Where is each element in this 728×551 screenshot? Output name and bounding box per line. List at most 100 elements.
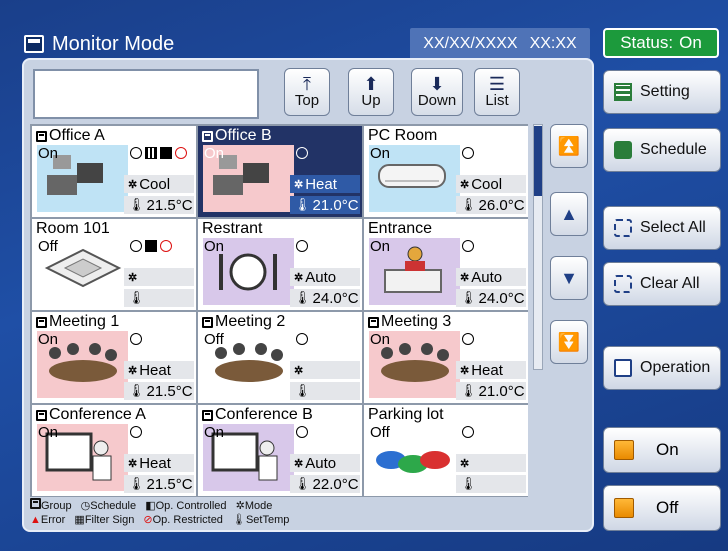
group-icon (202, 316, 213, 328)
group-name-text: PC Room (368, 127, 438, 144)
legend-filter-text: Filter Sign (84, 514, 135, 526)
status-icons (296, 240, 308, 252)
off-button[interactable]: Off (603, 485, 721, 531)
scrollbar-thumb[interactable] (534, 126, 542, 196)
legend-mode-text: Mode (244, 500, 273, 512)
group-name-text: Office A (49, 127, 105, 144)
thermometer-icon: 🌡 (294, 476, 311, 491)
off-label: Off (656, 498, 679, 517)
group-grid: Office A On ✲ Cool 🌡 21.5°C Office B On ✲ Heat 🌡 21… (30, 124, 528, 497)
error-icon: ▲ (30, 514, 41, 526)
op-restricted-icon (175, 147, 187, 159)
group-settemp-text: 26.0°C (478, 196, 525, 214)
group-name: Meeting 3 (368, 313, 451, 331)
group-cell[interactable]: Entrance On ✲ Auto 🌡 24.0°C (364, 219, 528, 310)
group-mode-text: Heat (305, 175, 337, 193)
group-state: On (370, 331, 391, 348)
group-state: Off (204, 331, 224, 348)
op-controlled-icon (145, 240, 157, 252)
status-value: On (679, 33, 702, 52)
group-name-text: Meeting 1 (49, 313, 120, 330)
filter-icon: ▦ (74, 514, 85, 526)
status-icons (462, 240, 474, 252)
schedule-icon (462, 333, 474, 345)
group-name: Meeting 1 (36, 313, 119, 331)
group-icon (30, 498, 41, 509)
clear-all-button[interactable]: Clear All (603, 262, 721, 306)
legend-op-controlled: ◧Op. Controlled (145, 500, 226, 512)
double-up-arrow-icon: ⏫ (557, 135, 581, 156)
down-arrow-icon: ▼ (560, 267, 578, 288)
down-button[interactable]: ⬇ Down (411, 68, 463, 116)
group-mode-text: Heat (139, 454, 171, 472)
group-mode: ✲ Cool (124, 175, 194, 193)
scroll-down-button[interactable]: ▼ (550, 256, 588, 300)
list-label: List (485, 91, 509, 109)
search-input[interactable] (33, 69, 259, 119)
clear-all-icon (614, 275, 632, 293)
top-button[interactable]: ⤒ Top (284, 68, 330, 116)
group-cell[interactable]: Parking lot Off ✲ 🌡 (364, 405, 528, 496)
group-settemp: 🌡 (456, 475, 526, 493)
group-name-text: Room 101 (36, 220, 110, 237)
group-settemp: 🌡 22.0°C (290, 475, 360, 493)
group-cell[interactable]: Conference B On ✲ Auto 🌡 22.0°C (198, 405, 362, 496)
select-all-button[interactable]: Select All (603, 206, 721, 250)
setting-button[interactable]: Setting (603, 70, 721, 114)
group-icon (36, 130, 47, 142)
scroll-top-button[interactable]: ⏫ (550, 124, 588, 168)
group-settemp: 🌡 24.0°C (456, 289, 526, 307)
select-all-label: Select All (640, 219, 706, 236)
on-button[interactable]: On (603, 427, 721, 473)
on-lamp-icon (614, 440, 634, 460)
group-icon (202, 409, 213, 421)
schedule-button[interactable]: Schedule (603, 128, 721, 172)
group-mode: ✲ Auto (290, 454, 360, 472)
group-cell[interactable]: PC Room On ✲ Cool 🌡 26.0°C (364, 126, 528, 217)
group-cell[interactable]: Meeting 2 Off ✲ 🌡 (198, 312, 362, 403)
group-cell[interactable]: Meeting 1 On ✲ Heat 🌡 21.5°C (32, 312, 196, 403)
group-mode-text: Cool (471, 175, 503, 193)
group-settemp-text: 21.5°C (146, 475, 193, 493)
operation-button[interactable]: Operation (603, 346, 721, 390)
window-title: Monitor Mode (24, 28, 404, 60)
group-name-text: Parking lot (368, 406, 444, 423)
group-cell[interactable]: Office B On ✲ Heat 🌡 21.0°C (198, 126, 362, 217)
group-mode: ✲ Heat (124, 361, 194, 379)
list-button[interactable]: ☰ List (474, 68, 520, 116)
op-restricted-icon: ⊘ (143, 514, 153, 526)
group-settemp: 🌡 26.0°C (456, 196, 526, 214)
up-button[interactable]: ⬆ Up (348, 68, 394, 116)
legend-filter: ▦Filter Sign (74, 514, 134, 526)
thermometer-icon: 🌡 (128, 383, 145, 398)
scroll-bottom-button[interactable]: ⏬ (550, 320, 588, 364)
group-state: Off (38, 238, 58, 255)
group-settemp: 🌡 21.5°C (124, 475, 194, 493)
group-settemp-text: 21.5°C (146, 382, 193, 400)
legend-error: ▲Error (30, 514, 65, 526)
mode-icon: ✲ (460, 364, 470, 377)
group-mode: ✲ (124, 268, 194, 286)
datetime-display: XX/XX/XXXX XX:XX (410, 28, 590, 60)
group-settemp-text: 24.0°C (312, 289, 359, 307)
window-title-text: Monitor Mode (52, 32, 175, 55)
status-badge: Status: On (603, 28, 719, 58)
group-cell[interactable]: Conference A On ✲ Heat 🌡 21.5°C (32, 405, 196, 496)
group-cell[interactable]: Meeting 3 On ✲ Heat 🌡 21.0°C (364, 312, 528, 403)
group-state: On (204, 424, 225, 441)
schedule-icon (130, 147, 142, 159)
group-mode-text: Auto (471, 268, 503, 286)
operation-label: Operation (640, 359, 711, 376)
status-icons (462, 333, 474, 345)
group-name: Office A (36, 127, 105, 145)
group-settemp-text: 21.0°C (312, 196, 359, 214)
group-cell[interactable]: Restrant On ✲ Auto 🌡 24.0°C (198, 219, 362, 310)
thermometer-icon: 🌡 (128, 290, 145, 305)
group-cell[interactable]: Office A On ✲ Cool 🌡 21.5°C (32, 126, 196, 217)
thermometer-icon: 🌡 (460, 197, 477, 212)
group-cell[interactable]: Room 101 Off ✲ 🌡 (32, 219, 196, 310)
scroll-up-button[interactable]: ▲ (550, 192, 588, 236)
mode-icon: ✲ (294, 364, 304, 377)
group-name: Conference B (202, 406, 313, 424)
arrow-top-icon: ⤒ (303, 73, 311, 94)
